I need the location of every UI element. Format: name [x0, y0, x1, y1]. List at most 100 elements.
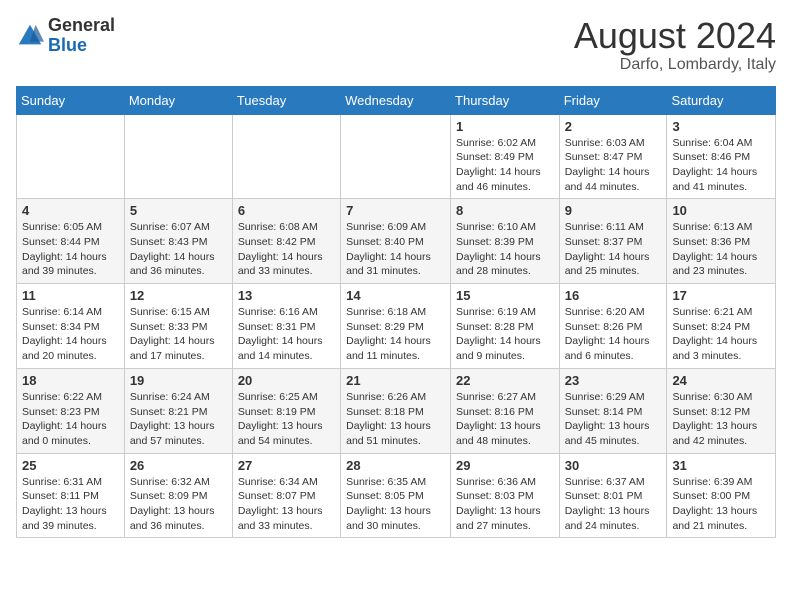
day-info: Sunrise: 6:16 AM Sunset: 8:31 PM Dayligh…	[238, 305, 335, 364]
title-block: August 2024 Darfo, Lombardy, Italy	[574, 16, 776, 74]
day-info: Sunrise: 6:10 AM Sunset: 8:39 PM Dayligh…	[456, 220, 554, 279]
month-year-title: August 2024	[574, 16, 776, 56]
logo-icon	[16, 22, 44, 50]
calendar-cell: 24 Sunrise: 6:30 AM Sunset: 8:12 PM Dayli…	[667, 368, 776, 453]
day-number: 19	[130, 373, 227, 388]
day-info: Sunrise: 6:08 AM Sunset: 8:42 PM Dayligh…	[238, 220, 335, 279]
column-header-monday: Monday	[124, 86, 232, 114]
column-header-thursday: Thursday	[451, 86, 560, 114]
calendar-week-row: 1 Sunrise: 6:02 AM Sunset: 8:49 PM Daylig…	[17, 114, 776, 199]
calendar-cell: 31Sunrise: 6:39 AM Sunset: 8:00 PM Dayli…	[667, 453, 776, 538]
day-number: 18	[22, 373, 119, 388]
calendar-cell: 19Sunrise: 6:24 AM Sunset: 8:21 PM Dayli…	[124, 368, 232, 453]
calendar-cell: 26 Sunrise: 6:32 AM Sunset: 8:09 PM Dayli…	[124, 453, 232, 538]
calendar-cell: 22Sunrise: 6:27 AM Sunset: 8:16 PM Dayli…	[451, 368, 560, 453]
day-info: Sunrise: 6:09 AM Sunset: 8:40 PM Dayligh…	[346, 220, 445, 279]
day-number: 16	[565, 288, 662, 303]
day-number: 8	[456, 203, 554, 218]
day-number: 10	[672, 203, 770, 218]
day-info: Sunrise: 6:03 AM Sunset: 8:47 PM Dayligh…	[565, 136, 662, 195]
calendar-cell: 2 Sunrise: 6:03 AM Sunset: 8:47 PM Daylig…	[559, 114, 667, 199]
day-info: Sunrise: 6:07 AM Sunset: 8:43 PM Dayligh…	[130, 220, 227, 279]
day-info: Sunrise: 6:31 AM Sunset: 8:11 PM Dayligh…	[22, 475, 119, 534]
day-info: Sunrise: 6:36 AM Sunset: 8:03 PM Dayligh…	[456, 475, 554, 534]
calendar-cell	[232, 114, 340, 199]
day-info: Sunrise: 6:25 AM Sunset: 8:19 PM Dayligh…	[238, 390, 335, 449]
day-number: 30	[565, 458, 662, 473]
day-number: 24	[672, 373, 770, 388]
calendar-cell: 18Sunrise: 6:22 AM Sunset: 8:23 PM Dayli…	[17, 368, 125, 453]
day-info: Sunrise: 6:18 AM Sunset: 8:29 PM Dayligh…	[346, 305, 445, 364]
calendar-week-row: 11 Sunrise: 6:14 AM Sunset: 8:34 PM Dayli…	[17, 284, 776, 369]
logo-blue-text: Blue	[48, 35, 87, 55]
day-number: 9	[565, 203, 662, 218]
day-number: 21	[346, 373, 445, 388]
column-header-wednesday: Wednesday	[341, 86, 451, 114]
day-info: Sunrise: 6:30 AM Sunset: 8:12 PM Dayligh…	[672, 390, 770, 449]
calendar-cell: 8 Sunrise: 6:10 AM Sunset: 8:39 PM Daylig…	[451, 199, 560, 284]
day-number: 2	[565, 119, 662, 134]
calendar-cell: 3 Sunrise: 6:04 AM Sunset: 8:46 PM Daylig…	[667, 114, 776, 199]
calendar-week-row: 4 Sunrise: 6:05 AM Sunset: 8:44 PM Daylig…	[17, 199, 776, 284]
calendar-cell	[124, 114, 232, 199]
page-header: General Blue August 2024 Darfo, Lombardy…	[16, 16, 776, 74]
calendar-cell: 1 Sunrise: 6:02 AM Sunset: 8:49 PM Daylig…	[451, 114, 560, 199]
day-number: 27	[238, 458, 335, 473]
day-number: 25	[22, 458, 119, 473]
calendar-cell: 4 Sunrise: 6:05 AM Sunset: 8:44 PM Daylig…	[17, 199, 125, 284]
day-number: 14	[346, 288, 445, 303]
calendar-cell: 29 Sunrise: 6:36 AM Sunset: 8:03 PM Dayli…	[451, 453, 560, 538]
calendar-cell: 14 Sunrise: 6:18 AM Sunset: 8:29 PM Dayli…	[341, 284, 451, 369]
day-info: Sunrise: 6:21 AM Sunset: 8:24 PM Dayligh…	[672, 305, 770, 364]
day-number: 3	[672, 119, 770, 134]
day-info: Sunrise: 6:04 AM Sunset: 8:46 PM Dayligh…	[672, 136, 770, 195]
calendar-cell: 27Sunrise: 6:34 AM Sunset: 8:07 PM Dayli…	[232, 453, 340, 538]
day-number: 26	[130, 458, 227, 473]
day-info: Sunrise: 6:39 AM Sunset: 8:00 PM Dayligh…	[672, 475, 770, 534]
calendar-cell: 5Sunrise: 6:07 AM Sunset: 8:43 PM Daylig…	[124, 199, 232, 284]
day-number: 12	[130, 288, 227, 303]
calendar-cell: 30 Sunrise: 6:37 AM Sunset: 8:01 PM Dayli…	[559, 453, 667, 538]
day-info: Sunrise: 6:19 AM Sunset: 8:28 PM Dayligh…	[456, 305, 554, 364]
calendar-header-row: SundayMondayTuesdayWednesdayThursdayFrid…	[17, 86, 776, 114]
calendar-cell: 12 Sunrise: 6:15 AM Sunset: 8:33 PM Dayli…	[124, 284, 232, 369]
day-info: Sunrise: 6:15 AM Sunset: 8:33 PM Dayligh…	[130, 305, 227, 364]
day-number: 1	[456, 119, 554, 134]
day-number: 20	[238, 373, 335, 388]
day-info: Sunrise: 6:26 AM Sunset: 8:18 PM Dayligh…	[346, 390, 445, 449]
calendar-cell: 16 Sunrise: 6:20 AM Sunset: 8:26 PM Dayli…	[559, 284, 667, 369]
calendar-table: SundayMondayTuesdayWednesdayThursdayFrid…	[16, 86, 776, 539]
day-number: 6	[238, 203, 335, 218]
day-info: Sunrise: 6:27 AM Sunset: 8:16 PM Dayligh…	[456, 390, 554, 449]
day-number: 29	[456, 458, 554, 473]
calendar-cell: 25 Sunrise: 6:31 AM Sunset: 8:11 PM Dayli…	[17, 453, 125, 538]
column-header-sunday: Sunday	[17, 86, 125, 114]
day-number: 15	[456, 288, 554, 303]
day-number: 4	[22, 203, 119, 218]
calendar-cell: 10 Sunrise: 6:13 AM Sunset: 8:36 PM Dayli…	[667, 199, 776, 284]
calendar-cell: 11 Sunrise: 6:14 AM Sunset: 8:34 PM Dayli…	[17, 284, 125, 369]
day-number: 28	[346, 458, 445, 473]
calendar-cell: 9Sunrise: 6:11 AM Sunset: 8:37 PM Daylig…	[559, 199, 667, 284]
day-info: Sunrise: 6:05 AM Sunset: 8:44 PM Dayligh…	[22, 220, 119, 279]
day-info: Sunrise: 6:20 AM Sunset: 8:26 PM Dayligh…	[565, 305, 662, 364]
calendar-week-row: 18Sunrise: 6:22 AM Sunset: 8:23 PM Dayli…	[17, 368, 776, 453]
day-info: Sunrise: 6:13 AM Sunset: 8:36 PM Dayligh…	[672, 220, 770, 279]
column-header-friday: Friday	[559, 86, 667, 114]
calendar-cell: 15 Sunrise: 6:19 AM Sunset: 8:28 PM Dayli…	[451, 284, 560, 369]
day-info: Sunrise: 6:32 AM Sunset: 8:09 PM Dayligh…	[130, 475, 227, 534]
calendar-cell: 17 Sunrise: 6:21 AM Sunset: 8:24 PM Dayli…	[667, 284, 776, 369]
calendar-cell: 6 Sunrise: 6:08 AM Sunset: 8:42 PM Daylig…	[232, 199, 340, 284]
calendar-cell: 20 Sunrise: 6:25 AM Sunset: 8:19 PM Dayli…	[232, 368, 340, 453]
day-number: 11	[22, 288, 119, 303]
logo-general-text: General	[48, 15, 115, 35]
day-info: Sunrise: 6:02 AM Sunset: 8:49 PM Dayligh…	[456, 136, 554, 195]
day-number: 17	[672, 288, 770, 303]
calendar-cell	[17, 114, 125, 199]
day-number: 13	[238, 288, 335, 303]
day-info: Sunrise: 6:37 AM Sunset: 8:01 PM Dayligh…	[565, 475, 662, 534]
day-info: Sunrise: 6:14 AM Sunset: 8:34 PM Dayligh…	[22, 305, 119, 364]
column-header-tuesday: Tuesday	[232, 86, 340, 114]
logo: General Blue	[16, 16, 115, 56]
column-header-saturday: Saturday	[667, 86, 776, 114]
